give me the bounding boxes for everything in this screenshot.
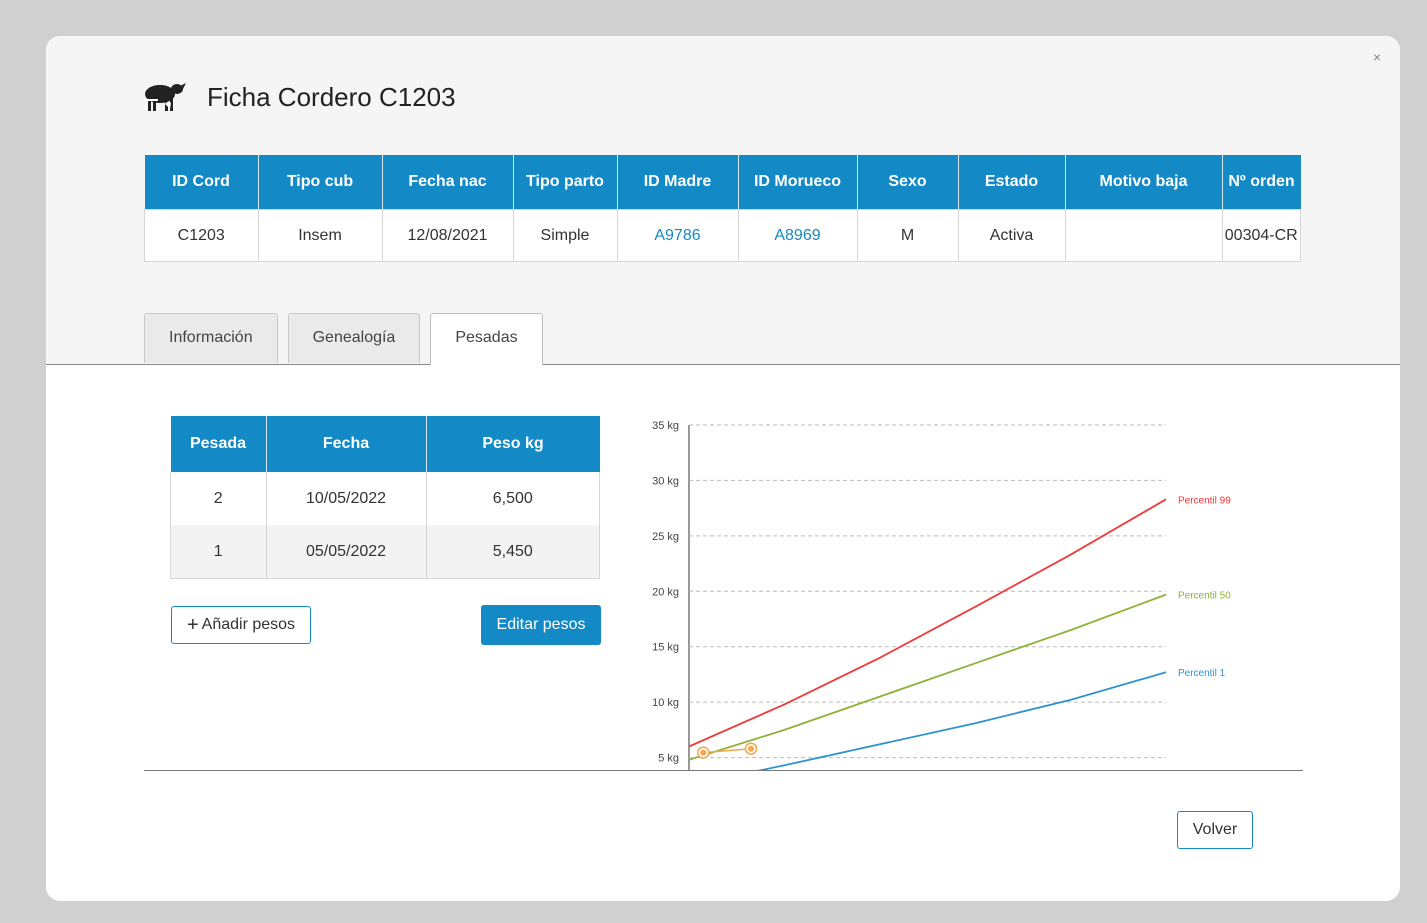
column-header: Tipo cub: [258, 155, 383, 210]
cell-id-cord: C1203: [144, 209, 259, 262]
weights-table: Pesada Fecha Peso kg 2 10/05/2022 6,500 …: [170, 416, 600, 579]
y-tick-label: 5 kg: [658, 753, 679, 765]
column-header: ID Madre: [617, 155, 739, 210]
weight-point-core: [748, 745, 755, 752]
cell-estado: Activa: [957, 209, 1066, 262]
cell-fecha: 05/05/2022: [265, 525, 427, 579]
table-header-row: Pesada Fecha Peso kg: [170, 416, 600, 472]
y-tick-label: 10 kg: [652, 697, 679, 709]
table-row[interactable]: 2 10/05/2022 6,500: [170, 472, 600, 525]
series-line: [688, 498, 1167, 748]
tab-informacion[interactable]: Información: [144, 313, 278, 363]
y-tick-label: 30 kg: [652, 475, 679, 487]
growth-chart: 5 kg 10 kg 15 kg 20 kg 25 kg 30 kg 35 kg Percen…: [652, 420, 1231, 771]
cell-tipo-parto: Simple: [512, 209, 618, 262]
cell-peso: 5,450: [425, 525, 600, 579]
column-header: Tipo parto: [513, 155, 618, 210]
table-row[interactable]: 1 05/05/2022 5,450: [170, 525, 600, 579]
cell-tipo-cub: Insem: [257, 209, 383, 262]
series-label: Percentil 50: [1178, 591, 1231, 602]
add-weights-button[interactable]: + Añadir pesos: [171, 606, 311, 644]
column-header: ID Cord: [144, 155, 259, 210]
column-header: Motivo baja: [1065, 155, 1223, 210]
cell-sexo: M: [856, 209, 959, 262]
back-button[interactable]: Volver: [1177, 811, 1253, 849]
tab-genealogia[interactable]: Genealogía: [287, 313, 421, 363]
cell-peso: 6,500: [425, 472, 600, 525]
y-tick-label: 25 kg: [652, 531, 679, 543]
column-header: Estado: [958, 155, 1066, 210]
sheep-icon: [144, 83, 186, 111]
weight-line: [703, 747, 752, 754]
tab-bar: Información Genealogía Pesadas: [144, 313, 553, 365]
plus-icon: +: [186, 613, 199, 636]
column-header: Sexo: [857, 155, 959, 210]
ram-id-link[interactable]: A8969: [737, 209, 858, 262]
series-label: Percentil 99: [1178, 495, 1231, 506]
modal-title-wrap: Ficha Cordero C1203: [143, 80, 456, 114]
series-label: Percentil 1: [1178, 668, 1226, 679]
cell-fecha-nac: 12/08/2021: [381, 209, 514, 262]
series-line: [688, 593, 1167, 761]
cell-motivo-baja: [1064, 209, 1223, 262]
add-weights-label: Añadir pesos: [201, 616, 296, 633]
cell-pesada: 2: [170, 472, 267, 525]
column-header: Fecha nac: [382, 155, 514, 210]
lamb-summary-table: ID Cord Tipo cub Fecha nac Tipo parto ID…: [144, 155, 1301, 262]
lamb-record-modal: × Ficha Cordero C1203 ID Cord Tipo cub F…: [46, 36, 1400, 901]
y-tick-label: 35 kg: [652, 420, 679, 432]
y-tick-label: 15 kg: [652, 642, 679, 654]
table-row: C1203 Insem 12/08/2021 Simple A9786 A896…: [144, 209, 1301, 262]
column-header: Fecha: [266, 416, 427, 472]
cell-numero-orden: 00304-CR: [1221, 209, 1301, 262]
y-tick-label: 20 kg: [652, 586, 679, 598]
edit-weights-button[interactable]: Editar pesos: [481, 605, 601, 645]
column-header: Nº orden: [1222, 155, 1301, 210]
series-line: [752, 671, 1167, 771]
column-header: Pesada: [170, 416, 267, 472]
tab-pesadas[interactable]: Pesadas: [430, 313, 543, 365]
divider: [144, 770, 1303, 771]
cell-fecha: 10/05/2022: [265, 472, 427, 525]
page-title: Ficha Cordero C1203: [207, 81, 456, 112]
column-header: ID Morueco: [738, 155, 858, 210]
weight-point-core: [700, 749, 707, 756]
cell-pesada: 1: [170, 525, 267, 579]
column-header: Peso kg: [426, 416, 600, 472]
table-header-row: ID Cord Tipo cub Fecha nac Tipo parto ID…: [144, 155, 1301, 210]
close-icon[interactable]: ×: [1370, 50, 1384, 64]
mother-id-link[interactable]: A9786: [616, 209, 739, 262]
